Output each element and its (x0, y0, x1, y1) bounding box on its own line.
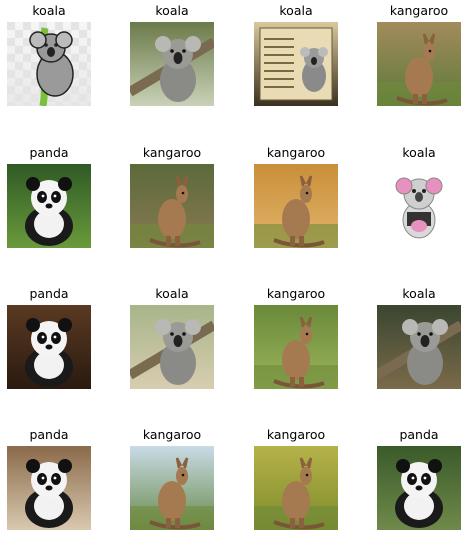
panel-label: koala (155, 3, 189, 18)
panel-label: panda (399, 427, 439, 442)
kangaroo-image (377, 22, 461, 106)
kangaroo-image (254, 164, 338, 248)
panel-label: panda (29, 286, 69, 301)
panel-label: kangaroo (266, 427, 326, 442)
panel-label: kangaroo (142, 145, 202, 160)
panda-image (377, 446, 461, 530)
panda-image (7, 305, 91, 389)
koala-image (377, 164, 461, 248)
panel-label: koala (402, 286, 436, 301)
image-grid: koala koala koala kangaroo panda kangaroo kang… (0, 0, 470, 536)
panel-label: koala (155, 286, 189, 301)
panel-label: kangaroo (266, 286, 326, 301)
koala-image (377, 305, 461, 389)
panel-label: kangaroo (142, 427, 202, 442)
kangaroo-image (130, 446, 214, 530)
panel-label: panda (29, 145, 69, 160)
panel-label: kangaroo (389, 3, 449, 18)
koala-image (130, 305, 214, 389)
panel-label: panda (29, 427, 69, 442)
kangaroo-image (130, 164, 214, 248)
panel-label: kangaroo (266, 145, 326, 160)
kangaroo-image (254, 446, 338, 530)
kangaroo-image (254, 305, 338, 389)
panda-image (7, 164, 91, 248)
koala-image (254, 22, 338, 106)
panda-image (7, 446, 91, 530)
panel-label: koala (32, 3, 66, 18)
panel-label: koala (279, 3, 313, 18)
koala-image (130, 22, 214, 106)
koala-image (7, 22, 91, 106)
panel-label: koala (402, 145, 436, 160)
